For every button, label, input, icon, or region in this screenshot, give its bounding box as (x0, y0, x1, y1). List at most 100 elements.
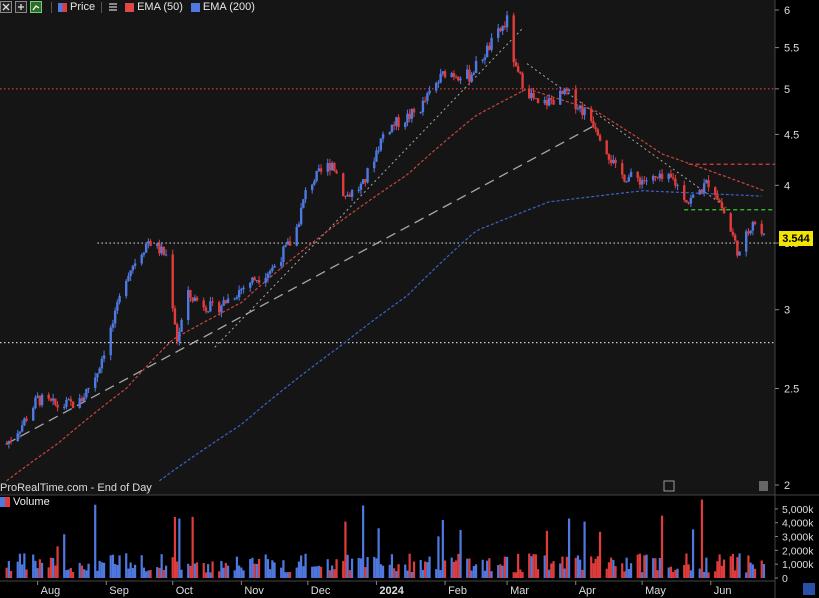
volume-bar (488, 558, 491, 578)
add-indicator-icon[interactable] (30, 1, 42, 13)
candle-body (71, 401, 75, 408)
candle-body (614, 159, 617, 164)
volume-bar (348, 570, 351, 578)
candle-body (328, 163, 332, 171)
candle-body (512, 15, 515, 63)
candle-body (658, 173, 662, 179)
volume-bar (109, 555, 112, 578)
candle-body (209, 301, 212, 312)
volume-bar (645, 554, 648, 578)
volume-tick-label: 5,000k (782, 504, 814, 516)
candle-body (191, 297, 194, 302)
candle-body (5, 443, 8, 445)
volume-bar (297, 561, 301, 578)
volume-bar (280, 567, 283, 578)
candle-body (590, 108, 593, 122)
volume-bar (605, 568, 608, 578)
candle-body (392, 124, 396, 126)
candle-body (280, 262, 283, 266)
volume-bar (581, 569, 584, 578)
candle-body (454, 76, 458, 78)
volume-bar (311, 566, 314, 578)
volume-bar (85, 570, 88, 578)
candle-body (576, 108, 580, 110)
volume-bar (749, 562, 752, 578)
candle-body (627, 177, 631, 182)
settings-icon[interactable] (108, 2, 118, 12)
last-price-tag: 3.544 (779, 231, 813, 246)
candle-body (49, 398, 53, 401)
volume-bar (751, 564, 754, 578)
volume-bar (83, 569, 86, 578)
volume-bar (145, 571, 148, 578)
candle-body (299, 207, 303, 225)
price-chart-svg[interactable]: 65.554.543.532.525,000k4,000k3,000k2,000… (0, 0, 819, 598)
candle-body (330, 162, 334, 171)
candle-body (266, 273, 270, 278)
volume-panel-bg (0, 495, 775, 598)
candle-body (319, 168, 323, 172)
volume-bar (676, 568, 679, 578)
volume-bar (505, 556, 509, 578)
candle-body (379, 138, 383, 151)
candle-body (302, 199, 305, 208)
volume-bar (240, 567, 243, 578)
close-icon[interactable] (0, 1, 12, 13)
candle-body (98, 368, 101, 374)
legend-ema200[interactable]: EMA (200) (190, 1, 255, 13)
candle-body (344, 195, 347, 197)
candle-body (333, 162, 336, 172)
volume-bar (38, 559, 41, 578)
volume-bar (350, 558, 354, 578)
candle-body (171, 254, 174, 309)
candle-body (738, 251, 741, 256)
candle-body (410, 109, 414, 119)
volume-bar (226, 565, 230, 578)
candle-body (211, 301, 214, 303)
candle-body (543, 100, 546, 104)
volume-bar (71, 572, 75, 578)
candle-body (147, 241, 150, 244)
volume-bar (691, 529, 695, 578)
volume-bar (249, 559, 252, 578)
volume-bar (220, 560, 223, 578)
candle-body (474, 60, 478, 73)
expand-icon[interactable] (15, 1, 27, 13)
volume-bar (255, 563, 258, 578)
legend-price-label: Price (70, 1, 96, 13)
volume-bar (273, 562, 276, 578)
candle-body (102, 355, 106, 359)
volume-bar (162, 569, 165, 578)
candle-body (96, 373, 99, 378)
volume-bar (574, 557, 577, 578)
volume-bar (5, 567, 8, 578)
volume-bar (428, 556, 431, 578)
candle-body (485, 45, 489, 58)
volume-bar (204, 572, 208, 578)
candle-body (563, 88, 566, 94)
legend-price[interactable]: Price (58, 1, 95, 13)
candle-body (69, 399, 73, 402)
volume-bar (288, 572, 292, 578)
candle-body (40, 394, 44, 406)
volume-bar (202, 562, 205, 578)
legend-ema50[interactable]: EMA (50) (125, 1, 183, 13)
volume-bar (114, 563, 117, 578)
volume-bar (421, 569, 425, 578)
volume-bar (94, 504, 97, 578)
volume-bar (328, 570, 332, 578)
volume-bar (335, 559, 338, 578)
volume-legend[interactable]: Volume (0, 496, 50, 508)
candle-body (638, 177, 642, 185)
volume-bar (470, 570, 473, 578)
price-swatch-icon (58, 2, 67, 12)
candle-body (629, 171, 633, 178)
candle-body (437, 82, 440, 84)
volume-bar (271, 560, 274, 578)
candle-body (235, 297, 239, 299)
candle-body (233, 298, 236, 300)
candle-body (501, 25, 504, 32)
candle-body (220, 306, 223, 313)
volume-bar (388, 564, 391, 578)
candle-body (466, 69, 469, 79)
